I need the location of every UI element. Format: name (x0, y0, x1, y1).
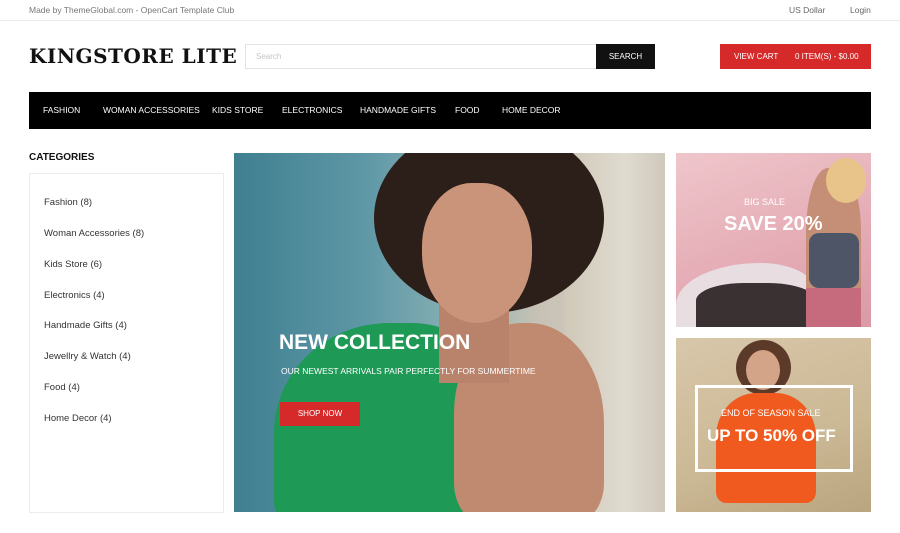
main-slider-banner[interactable]: NEW COLLECTION OUR NEWEST ARRIVALS PAIR … (234, 153, 665, 512)
banner-face-graphic (422, 183, 532, 323)
banner-subtitle: OUR NEWEST ARRIVALS PAIR PERFECTLY FOR S… (281, 366, 536, 376)
category-item-handmade-gifts[interactable]: Handmade Gifts (4) (44, 320, 127, 331)
currency-selector[interactable]: US Dollar (789, 5, 825, 15)
search-input[interactable] (245, 44, 597, 69)
view-cart-label: VIEW CART (734, 52, 779, 61)
nav-item-kids-store[interactable]: KIDS STORE (212, 92, 263, 129)
category-item-home-decor[interactable]: Home Decor (4) (44, 413, 112, 424)
shop-now-button[interactable]: SHOP NOW (280, 402, 360, 426)
nav-item-food[interactable]: FOOD (455, 92, 480, 129)
main-navigation: FASHION WOMAN ACCESSORIES KIDS STORE ELE… (29, 92, 871, 129)
store-logo[interactable]: KINGSTORE LITE (29, 44, 237, 68)
top-bar: Made by ThemeGlobal.com - OpenCart Templ… (0, 0, 900, 21)
cart-button[interactable]: VIEW CART 0 ITEM(S) - $0.00 (720, 44, 871, 69)
promo-banner-big-sale[interactable]: BIG SALE SAVE 20% (676, 153, 871, 327)
category-item-electronics[interactable]: Electronics (4) (44, 290, 105, 301)
banner-headline: NEW COLLECTION (279, 331, 471, 354)
promo-small-text: BIG SALE (744, 197, 786, 207)
nav-item-home-decor[interactable]: HOME DECOR (502, 92, 561, 129)
category-item-fashion[interactable]: Fashion (8) (44, 197, 92, 208)
login-link[interactable]: Login (850, 5, 871, 15)
promo-banner-end-of-season[interactable]: END OF SEASON SALE UP TO 50% OFF (676, 338, 871, 512)
credit-link[interactable]: Made by ThemeGlobal.com - OpenCart Templ… (29, 5, 234, 15)
promo-small-text: END OF SEASON SALE (721, 408, 821, 418)
cart-items-summary: 0 ITEM(S) - $0.00 (795, 52, 859, 61)
banner-model-face-graphic (746, 350, 780, 390)
nav-item-handmade-gifts[interactable]: HANDMADE GIFTS (360, 92, 436, 129)
banner-model-skirt-graphic (806, 288, 861, 327)
categories-heading: CATEGORIES (29, 152, 95, 163)
promo-big-text: SAVE 20% (724, 213, 823, 235)
nav-item-fashion[interactable]: FASHION (43, 92, 80, 129)
nav-item-electronics[interactable]: ELECTRONICS (282, 92, 342, 129)
nav-item-woman-accessories[interactable]: WOMAN ACCESSORIES (103, 92, 200, 129)
category-item-kids-store[interactable]: Kids Store (6) (44, 259, 102, 270)
banner-model-hair-graphic (826, 158, 866, 203)
category-item-woman-accessories[interactable]: Woman Accessories (8) (44, 228, 144, 239)
promo-big-text: UP TO 50% OFF (707, 426, 836, 445)
banner-car-seat-graphic (696, 283, 816, 327)
category-item-jewellry-watch[interactable]: Jewellry & Watch (4) (44, 351, 131, 362)
banner-model-top-graphic (809, 233, 859, 288)
category-item-food[interactable]: Food (4) (44, 382, 80, 393)
categories-list: Fashion (8) Woman Accessories (8) Kids S… (29, 173, 224, 513)
search-button[interactable]: SEARCH (596, 44, 655, 69)
